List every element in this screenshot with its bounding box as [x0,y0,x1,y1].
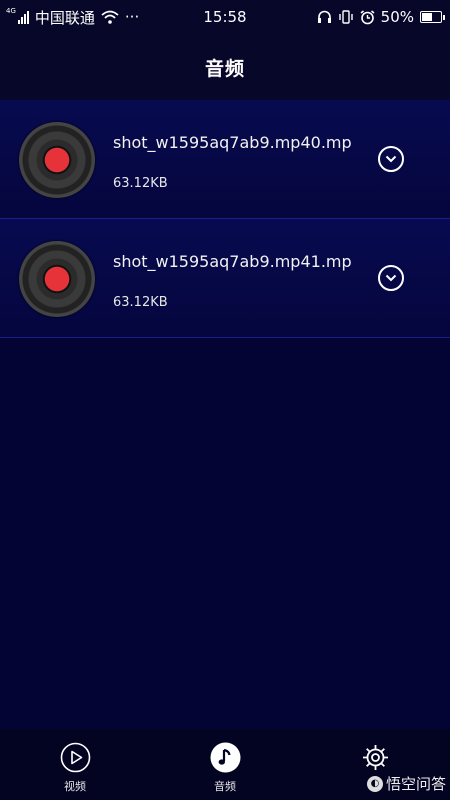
more-notifications: ··· [124,8,140,26]
audio-file-name: shot_w1595aq7ab9.mp41.mp [113,252,352,271]
page-header: 音频 [0,34,450,100]
gear-icon [360,742,391,773]
audio-file-size: 63.12KB [113,295,168,310]
audio-list-item[interactable]: shot_w1595aq7ab9.mp41.mp 63.12KB [0,219,450,338]
battery-icon [420,11,445,23]
status-bar: 4G 中国联通 ··· 50% 15:58 [0,0,450,34]
wifi-icon [101,10,119,24]
watermark: ◐ 悟空问答 [366,773,446,794]
audio-list: shot_w1595aq7ab9.mp40.mp 63.12KB shot_w1… [0,100,450,338]
vinyl-disc-icon [19,122,95,198]
watermark-logo-icon: ◐ [366,775,383,792]
tab-audio-label: 音频 [214,780,236,793]
tab-video-label: 视频 [64,780,86,793]
music-note-icon [210,742,241,773]
network-type-label: 4G [6,7,16,15]
vinyl-disc-icon [19,241,95,317]
battery-percent: 50% [380,8,414,26]
alarm-icon [360,9,375,24]
audio-list-item[interactable]: shot_w1595aq7ab9.mp40.mp 63.12KB [0,100,450,219]
carrier-name: 中国联通 [34,8,95,27]
vibrate-icon [338,10,353,24]
watermark-text: 悟空问答 [385,775,446,793]
play-circle-icon [60,742,91,773]
tab-audio[interactable]: 音频 [150,729,300,800]
page-title: 音频 [204,57,245,80]
signal-icon [17,10,29,24]
chevron-down-circle-icon[interactable] [378,146,404,172]
chevron-down-circle-icon[interactable] [378,265,404,291]
headphones-icon [317,10,331,23]
audio-file-size: 63.12KB [113,176,168,191]
tab-video[interactable]: 视频 [0,729,150,800]
audio-file-name: shot_w1595aq7ab9.mp40.mp [113,133,352,152]
